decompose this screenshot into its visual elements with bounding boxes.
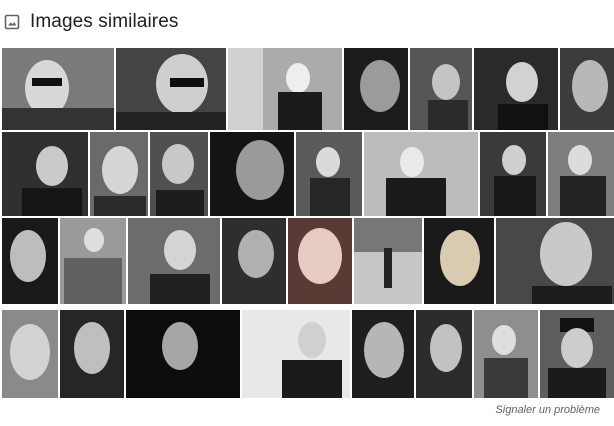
image-thumbnail[interactable]	[2, 218, 58, 304]
image-thumbnail[interactable]	[540, 310, 614, 398]
image-thumbnail[interactable]	[2, 48, 114, 130]
image-thumbnail[interactable]	[410, 48, 472, 130]
section-header: Images similaires	[4, 8, 178, 36]
image-thumbnail[interactable]	[2, 310, 58, 398]
section-title: Images similaires	[30, 11, 179, 32]
image-thumbnail[interactable]	[126, 310, 240, 398]
image-thumbnail[interactable]	[560, 48, 614, 130]
image-thumbnail[interactable]	[364, 132, 478, 216]
image-thumbnail[interactable]	[424, 218, 494, 304]
image-thumbnail[interactable]	[242, 310, 350, 398]
image-thumbnail[interactable]	[90, 132, 148, 216]
image-thumbnail[interactable]	[150, 132, 208, 216]
image-thumbnail[interactable]	[352, 310, 414, 398]
image-thumbnail[interactable]	[474, 48, 558, 130]
image-thumbnail[interactable]	[228, 48, 342, 130]
image-thumbnail[interactable]	[60, 218, 126, 304]
image-thumbnail[interactable]	[128, 218, 220, 304]
image-thumbnail[interactable]	[296, 132, 362, 216]
image-thumbnail[interactable]	[2, 132, 88, 216]
image-thumbnail[interactable]	[222, 218, 286, 304]
image-thumbnail[interactable]	[480, 132, 546, 216]
image-thumbnail[interactable]	[496, 218, 614, 304]
image-thumbnail[interactable]	[474, 310, 538, 398]
image-thumbnail[interactable]	[288, 218, 352, 304]
image-icon	[4, 14, 20, 30]
report-problem-link[interactable]: Signaler un problème	[495, 404, 600, 416]
image-thumbnail[interactable]	[354, 218, 422, 304]
image-thumbnail[interactable]	[210, 132, 294, 216]
image-thumbnail[interactable]	[344, 48, 408, 130]
image-thumbnail[interactable]	[60, 310, 124, 398]
image-thumbnail[interactable]	[548, 132, 614, 216]
image-thumbnail[interactable]	[416, 310, 472, 398]
image-thumbnail[interactable]	[116, 48, 226, 130]
